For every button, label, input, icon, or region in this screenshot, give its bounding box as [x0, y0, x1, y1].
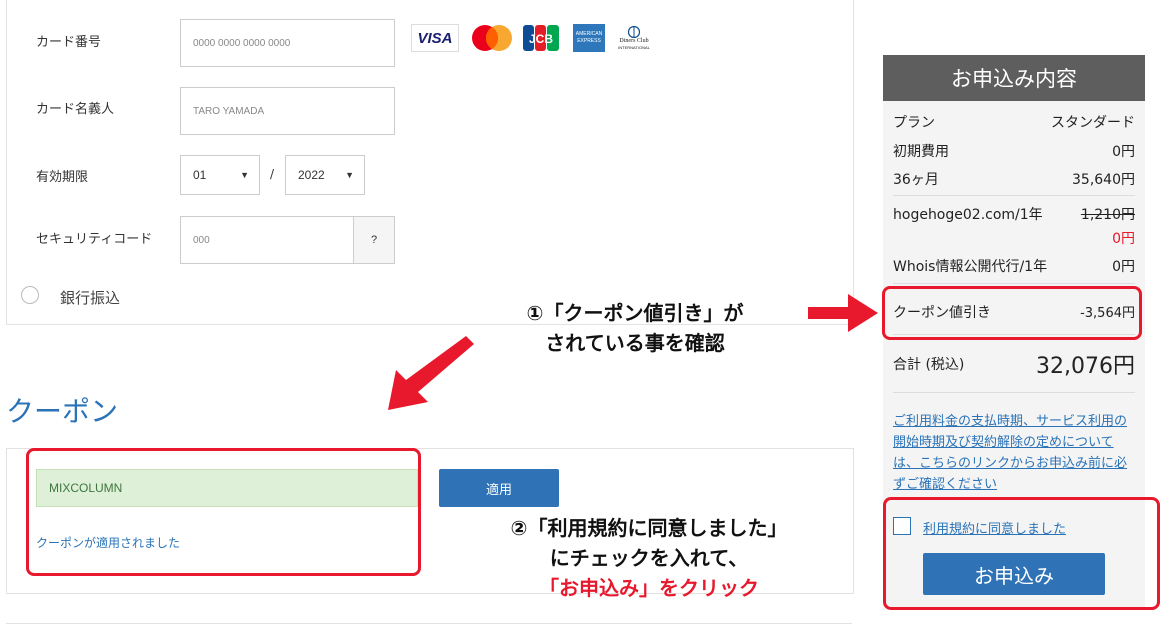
apply-coupon-button[interactable]: 適用: [439, 469, 559, 507]
agree-terms-label[interactable]: 利用規約に同意しました: [923, 518, 1066, 537]
domain-label: hogehoge02.com/1年: [893, 207, 1043, 223]
annotation-step2-line1: ②「利用規約に同意しました」: [510, 516, 788, 540]
arrow-right-icon: [808, 294, 878, 332]
summary-row-domain: hogehoge02.com/1年 1,210円: [893, 204, 1135, 224]
mastercard-logo: [467, 24, 517, 52]
total-label: 合計 (税込): [893, 357, 965, 373]
amex-logo: AMERICAN EXPRESS: [573, 24, 605, 52]
coupon-discount-highlight: [882, 286, 1142, 340]
months-label: 36ヶ月: [893, 172, 939, 188]
annotation-step1-line2: されている事を確認: [545, 331, 725, 355]
card-number-label: カード番号: [36, 35, 102, 50]
card-number-input[interactable]: 0000 0000 0000 0000: [180, 19, 395, 67]
summary-row-domain-price: 0円: [893, 228, 1135, 248]
initial-fee-label: 初期費用: [893, 144, 949, 160]
expiry-month-value: 01: [193, 168, 207, 182]
domain-original-price: 1,210円: [1080, 207, 1135, 223]
annotation-step2-line3: 「お申込み」をクリック: [539, 576, 759, 600]
summary-row-months: 36ヶ月 35,640円: [893, 169, 1135, 189]
summary-divider: [893, 392, 1135, 393]
terms-notice-link[interactable]: ご利用料金の支払時期、サービス利用の開始時期及び契約解除の定めについては、こちら…: [893, 411, 1137, 495]
agree-terms-checkbox[interactable]: [893, 517, 911, 535]
coupon-highlight-box: [26, 448, 421, 576]
summary-row-initial: 初期費用 0円: [893, 141, 1135, 161]
diners-club-logo: Diners Club INTERNATIONAL: [614, 24, 654, 52]
visa-logo: VISA: [411, 24, 459, 52]
jcb-logo: JCB: [522, 24, 560, 52]
dropdown-arrow-icon: ▼: [345, 170, 354, 180]
annotation-step2: ②「利用規約に同意しました」 にチェックを入れて、 「お申込み」をクリック: [470, 513, 828, 603]
plan-label: プラン: [893, 115, 935, 131]
expiry-label: 有効期限: [36, 170, 89, 185]
security-help-button[interactable]: ?: [353, 217, 394, 263]
annotation-step1: ①「クーポン値引き」が されている事を確認: [470, 298, 800, 358]
expiry-month-select[interactable]: 01 ▼: [180, 155, 260, 195]
dropdown-arrow-icon: ▼: [240, 170, 249, 180]
months-value: 35,640円: [1072, 172, 1135, 188]
coupon-section-title: クーポン: [6, 395, 119, 428]
submit-application-button[interactable]: お申込み: [923, 553, 1105, 595]
total-value: 32,076円: [1036, 354, 1135, 379]
summary-divider: [893, 195, 1135, 196]
whois-label: Whois情報公開代行/1年: [893, 259, 1048, 275]
svg-text:JCB: JCB: [529, 32, 553, 46]
arrow-down-left-icon: [388, 336, 474, 410]
security-code-input[interactable]: 000: [181, 235, 353, 246]
plan-value: スタンダード: [1051, 115, 1135, 131]
whois-value: 0円: [1112, 259, 1135, 275]
card-holder-label: カード名義人: [36, 102, 115, 117]
domain-discount-price: 0円: [1112, 231, 1135, 247]
card-holder-input[interactable]: TARO YAMADA: [180, 87, 395, 135]
annotation-step1-line1: ①「クーポン値引き」が: [526, 301, 744, 325]
annotation-step2-line2: にチェックを入れて、: [549, 546, 749, 570]
expiry-year-select[interactable]: 2022 ▼: [285, 155, 365, 195]
order-summary-title: お申込み内容: [883, 55, 1145, 101]
expiry-year-value: 2022: [298, 168, 325, 182]
summary-row-whois: Whois情報公開代行/1年 0円: [893, 256, 1135, 276]
section-divider: [6, 623, 852, 627]
security-code-field[interactable]: 000 ?: [180, 216, 395, 264]
summary-divider: [893, 283, 1135, 284]
bank-transfer-label: 銀行振込: [60, 289, 121, 307]
summary-row-total: 合計 (税込) 32,076円: [893, 348, 1135, 380]
security-code-label: セキュリティコード: [36, 232, 153, 247]
initial-fee-value: 0円: [1112, 144, 1135, 160]
bank-transfer-radio[interactable]: [21, 286, 39, 304]
expiry-separator: /: [270, 167, 275, 181]
summary-row-plan: プラン スタンダード: [893, 112, 1135, 132]
